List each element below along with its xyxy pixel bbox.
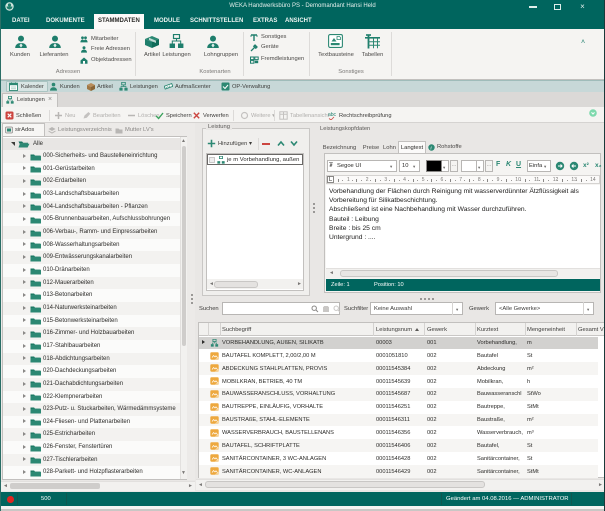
svg-text:abc: abc (328, 112, 337, 118)
